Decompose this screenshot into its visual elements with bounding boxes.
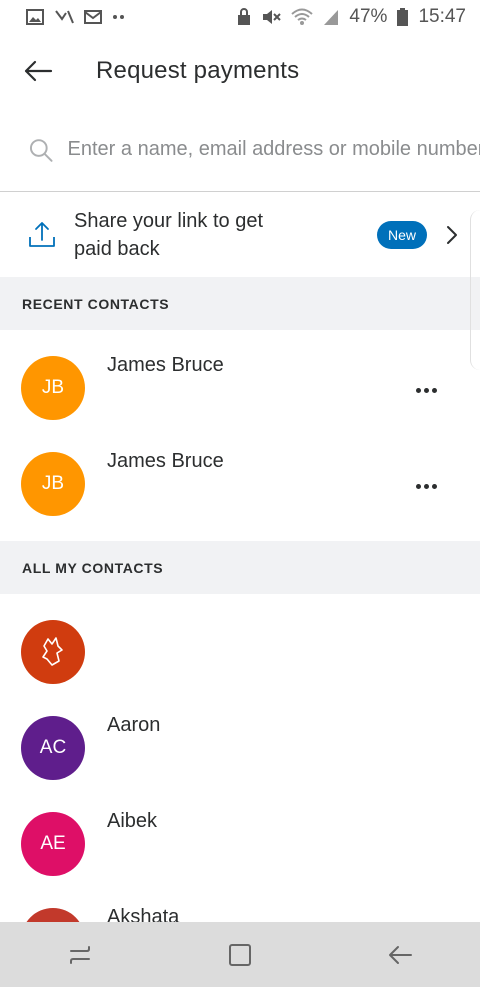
status-left-icons [26, 9, 126, 25]
home-icon [229, 943, 251, 966]
search-bar [0, 108, 480, 192]
back-button[interactable] [0, 34, 80, 108]
new-badge: New [377, 221, 427, 249]
avatar [21, 620, 85, 684]
contact-row[interactable]: AE Aibek [0, 796, 480, 892]
contact-name: Akshata [107, 906, 180, 922]
battery-icon [397, 8, 409, 26]
chevron-right-icon [440, 221, 464, 249]
recent-contact-row[interactable]: JB James Bruce [0, 340, 480, 436]
share-link-label: Share your link to get paid back [74, 210, 263, 260]
arrow-left-icon [24, 60, 53, 82]
all-contacts-header: ALL MY CONTACTS [0, 541, 480, 594]
contact-row[interactable]: AC Aaron [0, 700, 480, 796]
contact-name: James Bruce [107, 354, 224, 376]
avatar: JB [21, 452, 85, 516]
signal-icon [324, 10, 339, 25]
system-nav-bar [0, 922, 480, 987]
avatar: JB [21, 356, 85, 420]
recent-apps-icon [70, 945, 90, 964]
missed-call-icon [55, 10, 74, 24]
more-options-icon[interactable] [408, 378, 444, 402]
contact-name: Aibek [107, 810, 158, 832]
contact-name: Aaron [107, 714, 161, 736]
battery-percent: 47% [349, 6, 388, 27]
scrollbar[interactable] [470, 210, 480, 370]
recent-apps-button[interactable] [50, 930, 110, 980]
profile-photo-icon [42, 637, 63, 666]
mute-icon [263, 10, 282, 24]
lock-icon [238, 8, 251, 25]
app-bar: Request payments [0, 34, 480, 108]
wifi-icon [291, 8, 314, 25]
page-title: Request payments [96, 57, 300, 84]
status-right-icons: 47% 15:47 [237, 6, 466, 28]
avatar: AE [21, 812, 85, 876]
more-dots-icon [113, 15, 124, 19]
contact-row[interactable] [0, 604, 480, 700]
share-link-row[interactable]: Share your link to get paid back New [0, 193, 480, 277]
upload-icon [29, 222, 55, 247]
home-button[interactable] [210, 930, 270, 980]
avatar [21, 908, 85, 922]
search-icon [29, 138, 53, 162]
contact-name: James Bruce [107, 450, 224, 472]
avatar: AC [21, 716, 85, 780]
recent-contacts-header: RECENT CONTACTS [0, 277, 480, 330]
search-input[interactable] [67, 138, 480, 161]
mail-icon [84, 10, 102, 24]
system-back-button[interactable] [370, 930, 430, 980]
back-icon [389, 945, 412, 964]
more-options-icon[interactable] [408, 474, 444, 498]
image-icon [26, 9, 44, 25]
status-bar: 47% 15:47 [0, 0, 480, 34]
recent-contact-row[interactable]: JB James Bruce [0, 436, 480, 532]
contact-row[interactable]: Akshata [0, 892, 480, 922]
upload-icon-wrapper [0, 220, 74, 250]
clock: 15:47 [418, 6, 466, 27]
